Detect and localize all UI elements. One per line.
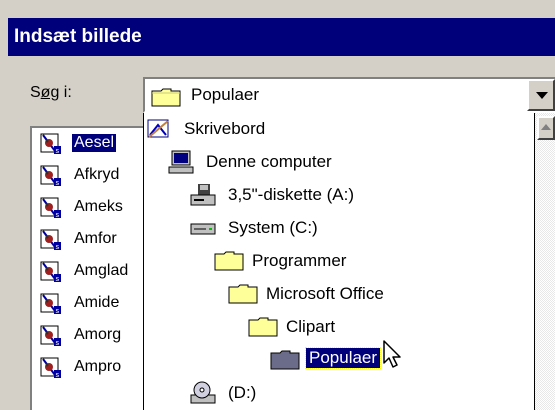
- location-label: Denne computer: [206, 152, 332, 171]
- location-label: (D:): [228, 383, 257, 402]
- clipart-file-icon: s: [40, 197, 62, 224]
- clipart-file-icon: s: [40, 293, 62, 320]
- clipart-file-icon: s: [40, 165, 62, 192]
- file-name: Amglad: [74, 262, 129, 279]
- file-name: Amorg: [74, 326, 122, 343]
- svg-text:s: s: [56, 147, 60, 155]
- svg-text:s: s: [56, 275, 60, 283]
- file-list[interactable]: s Aesel s Afkryd s Ameks s Amfor s Amglad s Amide s A…: [30, 126, 150, 410]
- computer-icon: [168, 150, 194, 179]
- file-name: Ampro: [74, 358, 122, 375]
- svg-text:s: s: [56, 307, 60, 315]
- clipart-file-icon: s: [40, 357, 62, 384]
- clipart-file-icon: s: [40, 325, 62, 352]
- svg-text:s: s: [56, 243, 60, 251]
- file-name: Amide: [74, 294, 120, 311]
- clipart-file-icon: s: [40, 133, 62, 160]
- svg-text:s: s: [56, 371, 60, 379]
- location-label: Programmer: [252, 251, 347, 270]
- folder-icon: [151, 87, 181, 112]
- hard-drive-icon: [190, 216, 216, 245]
- location-label: System (C:): [228, 218, 318, 237]
- svg-text:s: s: [56, 211, 60, 219]
- cd-drive-icon: [190, 381, 216, 410]
- file-name: Afkryd: [74, 166, 120, 183]
- location-label: Skrivebord: [184, 119, 266, 138]
- desktop-icon: [146, 117, 172, 146]
- look-in-value: Populaer: [191, 85, 260, 104]
- open-folder-icon: [270, 348, 300, 375]
- folder-icon: [214, 249, 244, 276]
- location-label: Populaer: [304, 347, 382, 369]
- clipart-file-icon: s: [40, 229, 62, 256]
- look-in-label: Søg i:: [30, 84, 72, 101]
- mouse-cursor-icon: [383, 340, 405, 375]
- file-name: Ameks: [74, 198, 123, 215]
- location-label: Clipart: [286, 317, 336, 336]
- scroll-up-button[interactable]: [537, 116, 555, 140]
- svg-text:s: s: [56, 179, 60, 187]
- title-bar: Indsæt billede: [8, 18, 555, 56]
- scrollbar[interactable]: [535, 113, 555, 410]
- look-in-combobox[interactable]: Populaer: [143, 77, 555, 113]
- folder-icon: [228, 282, 258, 309]
- file-name: Aesel: [72, 134, 117, 152]
- window-title: Indsæt billede: [14, 26, 142, 47]
- chevron-down-icon[interactable]: [527, 79, 555, 111]
- folder-icon: [248, 315, 278, 342]
- floppy-drive-icon: [190, 183, 216, 212]
- location-label: 3,5"-diskette (A:): [228, 185, 355, 204]
- svg-text:s: s: [56, 339, 60, 347]
- location-label: Microsoft Office: [266, 284, 384, 303]
- look-in-dropdown[interactable]: Skrivebord Denne computer 3,5"-diskette (A…: [143, 113, 535, 410]
- file-name: Amfor: [74, 230, 117, 247]
- clipart-file-icon: s: [40, 261, 62, 288]
